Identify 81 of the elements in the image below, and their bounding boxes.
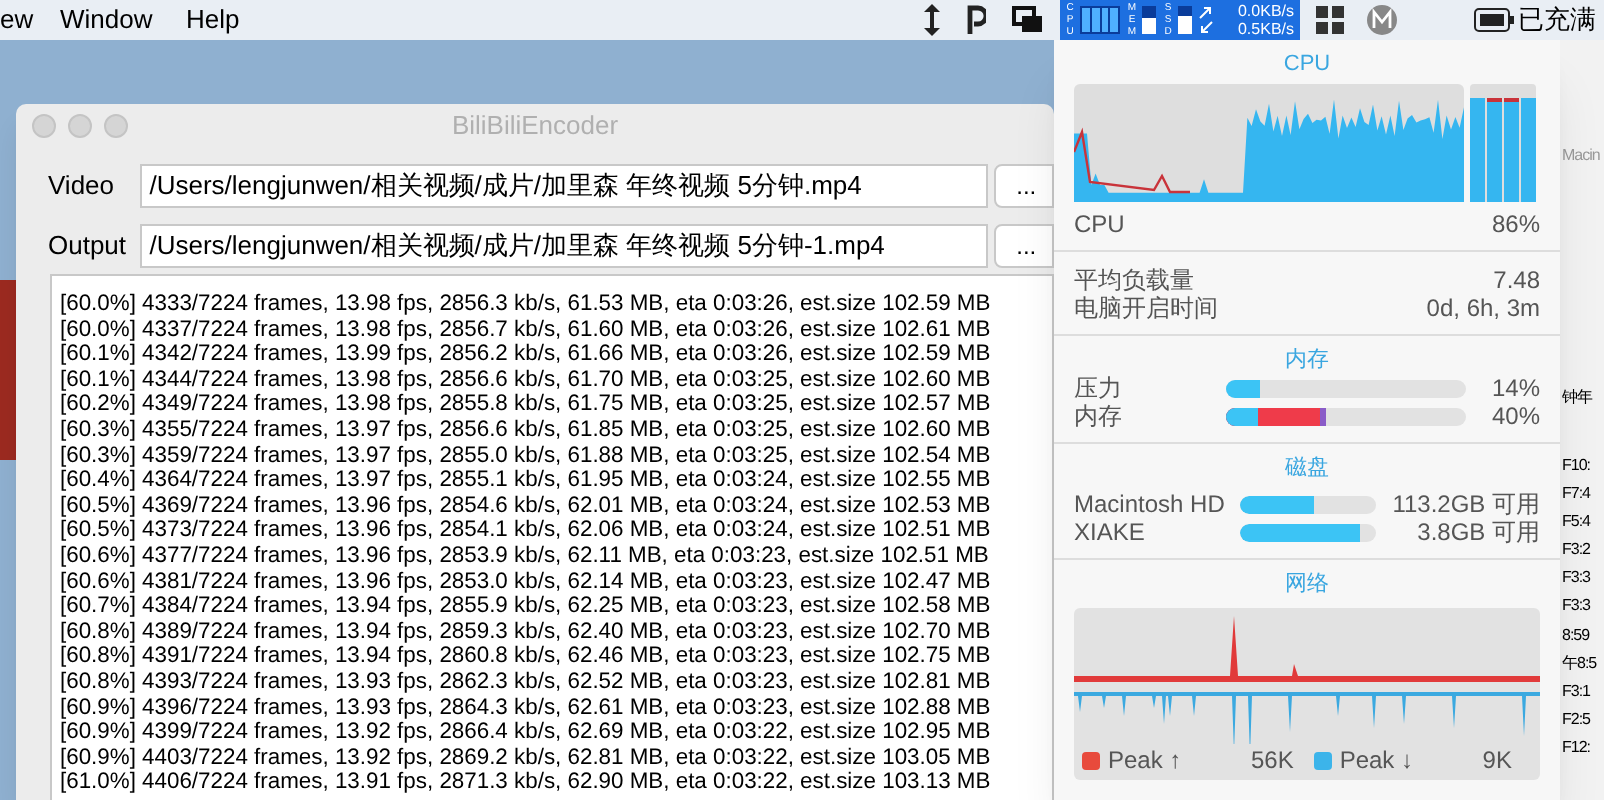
- legend-label: Peak ↑: [1108, 746, 1182, 774]
- disk-bar-icon: [1178, 6, 1192, 34]
- log-line: [60.1%] 4342/7224 frames, 13.99 fps, 2856.2 kb/s, 61.66 MB, eta 0:03:26, est.size 102.59 MB: [60, 342, 993, 368]
- log-line: [61.0%] 4406/7224 frames, 13.91 fps, 2871.3 kb/s, 62.90 MB, eta 0:03:22, est.size 103.13 MB: [60, 770, 993, 796]
- disk-name: Macintosh HD: [1074, 490, 1227, 518]
- log-line: [60.5%] 4373/7224 frames, 13.96 fps, 2854.1 kb/s, 62.06 MB, eta 0:03:24, est.size 102.51 MB: [60, 518, 993, 544]
- log-line: [60.0%] 4333/7224 frames, 13.98 fps, 2856.3 kb/s, 61.53 MB, eta 0:03:26, est.size 102.59 MB: [60, 292, 993, 318]
- log-line: [60.6%] 4377/7224 frames, 13.96 fps, 2853.9 kb/s, 62.11 MB, eta 0:03:23, est.size 102.51 MB: [60, 543, 991, 570]
- memory-bar-icon: [1142, 6, 1156, 34]
- background-text: 钟年: [1562, 388, 1592, 408]
- log-line: [60.8%] 4391/7224 frames, 13.94 fps, 2860.8 kb/s, 62.46 MB, eta 0:03:23, est.size 102.75 MB: [60, 644, 993, 670]
- background-text: F5:4: [1562, 512, 1591, 532]
- background-text: F3:3: [1562, 568, 1591, 588]
- background-text: F3:2: [1562, 540, 1591, 560]
- legend-label: Peak ↓: [1339, 746, 1414, 774]
- path-field[interactable]: /Users/lengjunwen/相关视频/成片/加里森 年终视频 5分钟.mp4: [139, 164, 989, 208]
- log-line: [60.6%] 4381/7224 frames, 13.96 fps, 2853.0 kb/s, 62.14 MB, eta 0:03:23, est.size 102.47 MB: [60, 569, 993, 595]
- stat-label: 平均负载量: [1074, 266, 1194, 294]
- peak-value: 9K: [1482, 746, 1512, 774]
- background-text: 8:59: [1562, 626, 1590, 646]
- menu-item[interactable]: Help: [186, 4, 240, 36]
- background-text: 午8:5: [1562, 654, 1597, 674]
- peak-value: 56K: [1250, 746, 1294, 774]
- battery-icon[interactable]: [1474, 4, 1514, 36]
- cpu-label: CPU: [1074, 210, 1125, 238]
- log-line: [60.1%] 4344/7224 frames, 13.98 fps, 2856.6 kb/s, 61.70 MB, eta 0:03:25, est.size 102.60 MB: [60, 367, 993, 393]
- background-text: F7:4: [1562, 484, 1591, 504]
- memory-label: 内存: [1074, 402, 1124, 430]
- background-text: F3:3: [1562, 596, 1591, 616]
- background-text: F12:: [1562, 738, 1591, 758]
- screens-icon[interactable]: [1012, 4, 1044, 36]
- log-line: [60.2%] 4349/7224 frames, 13.98 fps, 2855.8 kb/s, 61.75 MB, eta 0:03:25, est.size 102.57 MB: [60, 392, 993, 418]
- p-icon[interactable]: [966, 4, 986, 36]
- section-heading: 网络: [1283, 570, 1331, 598]
- m-circle-icon[interactable]: [1366, 4, 1398, 36]
- up-down-arrows-icon[interactable]: [922, 4, 942, 36]
- disk-free-space: 3.8GB 可用: [1417, 518, 1540, 546]
- memory-label: 压力: [1074, 374, 1124, 402]
- background-text: Macin: [1562, 146, 1600, 166]
- disk-free-space: 113.2GB 可用: [1392, 490, 1540, 518]
- cpu-percentage: 86%: [1491, 210, 1540, 238]
- section-heading: CPU: [1281, 50, 1333, 78]
- log-line: [60.8%] 4393/7224 frames, 13.93 fps, 2862.3 kb/s, 62.52 MB, eta 0:03:23, est.size 102.81 MB: [60, 669, 993, 695]
- stat-label: 电脑开启时间: [1074, 294, 1218, 322]
- log-line: [60.3%] 4355/7224 frames, 13.97 fps, 2856.6 kb/s, 61.85 MB, eta 0:03:25, est.size 102.60 MB: [60, 417, 993, 444]
- menu-item[interactable]: ew: [0, 4, 34, 36]
- battery-status: 已充满: [1518, 4, 1596, 36]
- browse-button[interactable]: ...: [994, 164, 1055, 208]
- browse-button[interactable]: ...: [994, 224, 1055, 268]
- path-field[interactable]: /Users/lengjunwen/相关视频/成片/加里森 年终视频 5分钟-1.mp4: [139, 224, 989, 268]
- disk-name: XIAKE: [1074, 518, 1147, 546]
- log-line: [60.7%] 4384/7224 frames, 13.94 fps, 2855.9 kb/s, 62.25 MB, eta 0:03:23, est.size 102.58 MB: [60, 594, 993, 620]
- menu-item[interactable]: Window: [60, 4, 153, 36]
- disk-bar: [1240, 495, 1376, 513]
- cpu-cores-drawing: [1470, 84, 1536, 202]
- transfer-arrows-icon: [1198, 6, 1214, 34]
- section-heading: 磁盘: [1283, 454, 1331, 482]
- window-title: BiliBiliEncoder: [451, 108, 619, 145]
- upload-speed: 0.0KB/s: [1237, 2, 1294, 20]
- section-heading: 内存: [1283, 346, 1331, 374]
- log-line: [60.8%] 4389/7224 frames, 13.94 fps, 2859.3 kb/s, 62.40 MB, eta 0:03:23, est.size 102.70 MB: [60, 619, 993, 645]
- field-label: Output: [46, 228, 129, 265]
- log-line: [60.5%] 4369/7224 frames, 13.96 fps, 2854.6 kb/s, 62.01 MB, eta 0:03:24, est.size 102.53 MB: [60, 493, 993, 519]
- log-line: [60.4%] 4364/7224 frames, 13.97 fps, 2855.1 kb/s, 61.95 MB, eta 0:03:24, est.size 102.55 MB: [60, 468, 993, 494]
- background-text: F2:5: [1562, 710, 1591, 730]
- log-line: [60.0%] 4337/7224 frames, 13.98 fps, 2856.7 kb/s, 61.60 MB, eta 0:03:26, est.size 102.61 MB: [60, 317, 993, 343]
- download-speed: 0.5KB/s: [1237, 20, 1294, 38]
- grid-icon[interactable]: [1316, 4, 1344, 36]
- memory-percentage: 40%: [1491, 402, 1540, 430]
- log-line: [60.9%] 4399/7224 frames, 13.92 fps, 2866.4 kb/s, 62.69 MB, eta 0:03:22, est.size 102.95 MB: [60, 720, 993, 746]
- disk-bar: [1240, 523, 1376, 541]
- stat-value: 0d, 6h, 3m: [1426, 294, 1540, 322]
- field-label: Video: [46, 168, 117, 205]
- log-line: [60.9%] 4403/7224 frames, 13.92 fps, 2869.2 kb/s, 62.81 MB, eta 0:03:22, est.size 103.05 MB: [60, 745, 993, 771]
- background-text: F10:: [1562, 456, 1591, 476]
- memory-percentage: 14%: [1491, 374, 1540, 402]
- log-line: [60.3%] 4359/7224 frames, 13.97 fps, 2855.0 kb/s, 61.88 MB, eta 0:03:25, est.size 102.54 MB: [60, 443, 993, 469]
- background-text: F3:1: [1562, 682, 1591, 702]
- stat-value: 7.48: [1493, 266, 1540, 294]
- log-line: [60.9%] 4396/7224 frames, 13.93 fps, 2864.3 kb/s, 62.61 MB, eta 0:03:23, est.size 102.88 MB: [60, 695, 993, 721]
- cpu-bars-icon: [1080, 6, 1120, 34]
